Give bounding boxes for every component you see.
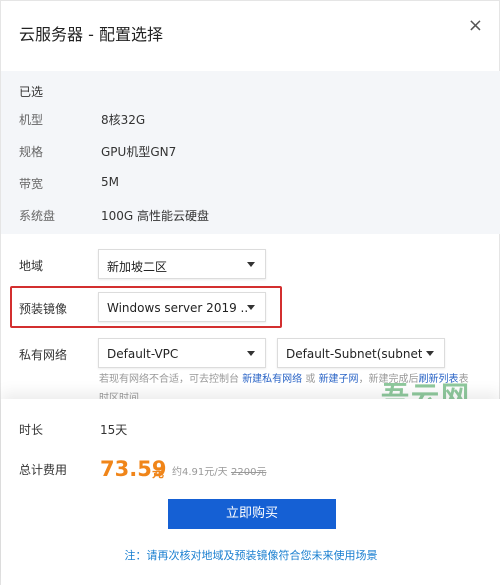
summary-value: 8核32G: [101, 113, 146, 127]
region-select-value: 新加坡二区: [107, 260, 168, 274]
chevron-down-icon: [247, 305, 255, 310]
create-vpc-link[interactable]: 新建私有网络: [242, 374, 302, 385]
duration-label: 时长: [19, 423, 44, 437]
summary-row-instance: 机型 8核32G: [19, 111, 479, 131]
total-label: 总计费用: [19, 463, 68, 477]
image-select[interactable]: Windows server 2019 ...: [98, 292, 266, 322]
hint-text: 若现有网络不合适，可去控制台: [99, 374, 239, 385]
summary-row-disk: 系统盘 100G 高性能云硬盘: [19, 207, 479, 227]
summary-row-spec: 规格 GPU机型GN7: [19, 143, 479, 163]
order-footer: 时长 15天 总计费用 73.59 元 约4.91元/天 2200元 立即购买 …: [1, 399, 500, 585]
region-select[interactable]: 新加坡二区: [98, 249, 266, 279]
confirmation-note: 注：请再次核对地域及预装镜像符合您未来使用场景: [124, 549, 378, 562]
image-label: 预装镜像: [19, 302, 68, 316]
vpc-select-value: Default-VPC: [107, 347, 179, 361]
create-subnet-link[interactable]: 新建子网: [319, 374, 359, 385]
hint-text: 或: [305, 374, 316, 385]
dialog-header: 云服务器 - 配置选择 ×: [1, 1, 500, 69]
summary-heading: 已选: [19, 85, 44, 99]
per-day-price: 约4.91元/天: [172, 467, 228, 478]
summary-value: 100G 高性能云硬盘: [101, 209, 210, 223]
price-unit: 元: [152, 466, 165, 480]
summary-label: 规格: [19, 145, 44, 159]
original-price: 2200元: [231, 467, 267, 478]
config-dialog: 云服务器 - 配置选择 × 已选 机型 8核32G 规格 GPU机型GN7 带宽…: [0, 0, 500, 585]
chevron-down-icon: [247, 351, 255, 356]
summary-label: 系统盘: [19, 209, 56, 223]
chevron-down-icon: [247, 262, 255, 267]
vpc-select[interactable]: Default-VPC: [98, 338, 266, 368]
summary-value: GPU机型GN7: [101, 145, 177, 159]
summary-row-bandwidth: 带宽 5M: [19, 175, 479, 195]
summary-label: 带宽: [19, 177, 44, 191]
duration-value: 15天: [100, 423, 128, 437]
chevron-down-icon: [426, 351, 434, 356]
summary-label: 机型: [19, 113, 44, 127]
dialog-title: 云服务器 - 配置选择: [19, 25, 163, 44]
close-icon[interactable]: ×: [468, 17, 483, 35]
region-label: 地域: [19, 259, 44, 273]
image-select-value: Windows server 2019 ...: [107, 301, 247, 315]
summary-value: 5M: [101, 175, 119, 189]
network-label: 私有网络: [19, 348, 68, 362]
subnet-select-value: Default-Subnet(subnet-...: [286, 347, 422, 361]
subnet-select[interactable]: Default-Subnet(subnet-...: [277, 338, 445, 368]
buy-now-button[interactable]: 立即购买: [168, 499, 336, 529]
selected-summary: 已选 机型 8核32G 规格 GPU机型GN7 带宽 5M 系统盘 100G 高…: [1, 71, 500, 234]
